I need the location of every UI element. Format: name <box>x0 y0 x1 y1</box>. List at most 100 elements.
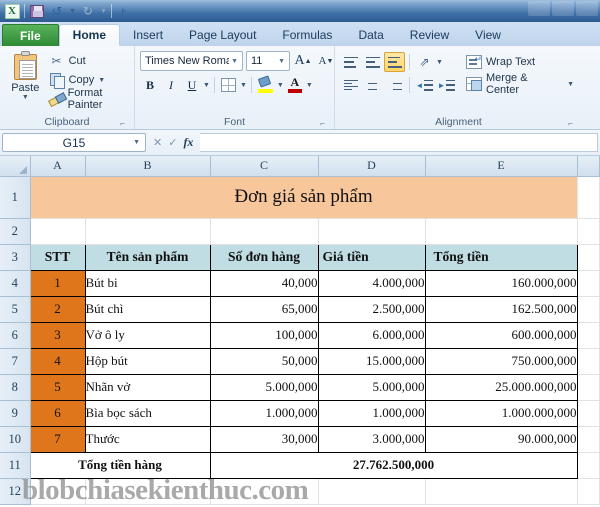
cell-price[interactable]: 15.000,000 <box>317 347 426 375</box>
column-header-b[interactable]: B <box>85 156 211 177</box>
cell-header-total[interactable]: Tổng tiền <box>424 243 578 271</box>
cell-f7[interactable] <box>577 348 600 375</box>
cell-f9[interactable] <box>577 400 600 427</box>
row-header-11[interactable]: 11 <box>0 452 31 479</box>
cell-a12[interactable] <box>30 478 86 505</box>
cell-orders[interactable]: 40,000 <box>209 269 319 297</box>
column-header-d[interactable]: D <box>318 156 426 177</box>
font-name-combo[interactable]: Times New Roman ▼ <box>140 51 243 71</box>
name-box[interactable]: G15 ▼ <box>2 133 146 152</box>
cell-product-name[interactable]: Bút chì <box>84 295 211 323</box>
fill-color-dropdown-icon[interactable]: ▼ <box>277 82 284 89</box>
window-controls[interactable] <box>528 1 598 16</box>
cell-e12[interactable] <box>425 478 578 505</box>
enter-formula-icon[interactable]: ✓ <box>168 136 177 149</box>
cell-price[interactable]: 5.000,000 <box>317 373 426 401</box>
align-bottom-button[interactable] <box>384 52 405 72</box>
cell-f4[interactable] <box>577 270 600 297</box>
copy-dropdown-icon[interactable]: ▼ <box>98 77 105 84</box>
cell-orders[interactable]: 100,000 <box>209 321 319 349</box>
wrap-text-button[interactable]: Wrap Text <box>463 53 577 71</box>
cell-product-name[interactable]: Thước <box>84 425 211 453</box>
paste-button[interactable]: Paste ▼ <box>5 49 46 101</box>
cell-orders[interactable]: 5.000,000 <box>209 373 319 401</box>
cell-header-name[interactable]: Tên sản phẩm <box>84 243 211 271</box>
redo-dropdown-icon[interactable]: ▼ <box>100 8 107 15</box>
column-header-e[interactable]: E <box>425 156 578 177</box>
cell-grand-total-value[interactable]: 27.762.500,000 <box>209 451 578 479</box>
cancel-formula-icon[interactable]: ✕ <box>153 136 162 149</box>
chevron-down-icon[interactable]: ▼ <box>229 58 240 65</box>
cell-price[interactable]: 1.000,000 <box>317 399 426 427</box>
row-header-1[interactable]: 1 <box>0 176 31 219</box>
font-color-button[interactable]: A <box>285 75 305 95</box>
font-dialog-launcher-icon[interactable]: ⌐ <box>318 119 327 128</box>
row-header-9[interactable]: 9 <box>0 400 31 427</box>
orientation-button[interactable]: ⇗ <box>414 52 435 72</box>
select-all-corner[interactable] <box>0 156 31 177</box>
minimize-button[interactable] <box>528 1 550 16</box>
borders-button[interactable] <box>219 75 239 95</box>
customize-qat-icon[interactable]: ⊧ <box>116 3 132 19</box>
row-header-5[interactable]: 5 <box>0 296 31 323</box>
cell-product-name[interactable]: Nhãn vở <box>84 373 211 401</box>
decrease-indent-button[interactable]: ◄ <box>414 75 435 95</box>
cell-f2[interactable] <box>577 218 600 245</box>
cell-total[interactable]: 25.000.000,000 <box>424 373 578 401</box>
quick-access-toolbar[interactable]: X ↺ ▼ ↻ ▼ ⊧ <box>4 3 132 19</box>
cell-price[interactable]: 2.500,000 <box>317 295 426 323</box>
cell-total[interactable]: 1.000.000,000 <box>424 399 578 427</box>
cell-total[interactable]: 90.000,000 <box>424 425 578 453</box>
redo-icon[interactable]: ↻ <box>80 3 96 19</box>
excel-logo-icon[interactable]: X <box>4 3 20 19</box>
cell-d12[interactable] <box>318 478 426 505</box>
tab-data[interactable]: Data <box>345 24 396 46</box>
cell-product-name[interactable]: Bìa bọc sách <box>84 399 211 427</box>
cell-total[interactable]: 162.500,000 <box>424 295 578 323</box>
align-center-button[interactable] <box>362 75 383 95</box>
cell-orders[interactable]: 65,000 <box>209 295 319 323</box>
column-header-a[interactable]: A <box>30 156 86 177</box>
maximize-button[interactable] <box>552 1 574 16</box>
align-middle-button[interactable] <box>362 52 383 72</box>
cell-price[interactable]: 6.000,000 <box>317 321 426 349</box>
undo-dropdown-icon[interactable]: ▼ <box>69 8 76 15</box>
tab-file[interactable]: File <box>2 24 59 46</box>
cell-f6[interactable] <box>577 322 600 349</box>
tab-insert[interactable]: Insert <box>120 24 176 46</box>
cell-header-price[interactable]: Giá tiền <box>317 243 426 271</box>
align-top-button[interactable] <box>340 52 361 72</box>
row-header-7[interactable]: 7 <box>0 348 31 375</box>
borders-dropdown-icon[interactable]: ▼ <box>240 82 247 89</box>
row-header-6[interactable]: 6 <box>0 322 31 349</box>
row-header-8[interactable]: 8 <box>0 374 31 401</box>
cell-stt[interactable]: 6 <box>29 399 86 427</box>
cell-stt[interactable]: 5 <box>29 373 86 401</box>
close-button[interactable] <box>576 1 598 16</box>
cell-d2[interactable] <box>318 218 426 245</box>
cell-f3[interactable] <box>577 244 600 271</box>
row-header-2[interactable]: 2 <box>0 218 31 245</box>
row-header-12[interactable]: 12 <box>0 478 31 505</box>
cell-f11[interactable] <box>577 452 600 479</box>
column-header-c[interactable]: C <box>210 156 319 177</box>
cell-orders[interactable]: 1.000,000 <box>209 399 319 427</box>
alignment-dialog-launcher-icon[interactable]: ⌐ <box>566 119 575 128</box>
tab-page-layout[interactable]: Page Layout <box>176 24 269 46</box>
cell-product-name[interactable]: Vở ô ly <box>84 321 211 349</box>
cut-button[interactable]: ✂ Cut <box>46 52 129 70</box>
cell-total[interactable]: 160.000,000 <box>424 269 578 297</box>
cell-grand-total-label[interactable]: Tổng tiền hàng <box>29 451 211 479</box>
cell-total[interactable]: 750.000,000 <box>424 347 578 375</box>
cell-orders[interactable]: 50,000 <box>209 347 319 375</box>
increase-font-size-button[interactable]: A ▲ <box>293 51 313 71</box>
cell-e2[interactable] <box>425 218 578 245</box>
cell-product-name[interactable]: Hộp bút <box>84 347 211 375</box>
align-left-button[interactable] <box>340 75 361 95</box>
cell-stt[interactable]: 3 <box>29 321 86 349</box>
cell-title[interactable]: Đơn giá sản phẩm <box>30 176 578 219</box>
row-header-4[interactable]: 4 <box>0 270 31 297</box>
align-right-button[interactable] <box>384 75 405 95</box>
tab-view[interactable]: View <box>462 24 514 46</box>
cell-f8[interactable] <box>577 374 600 401</box>
